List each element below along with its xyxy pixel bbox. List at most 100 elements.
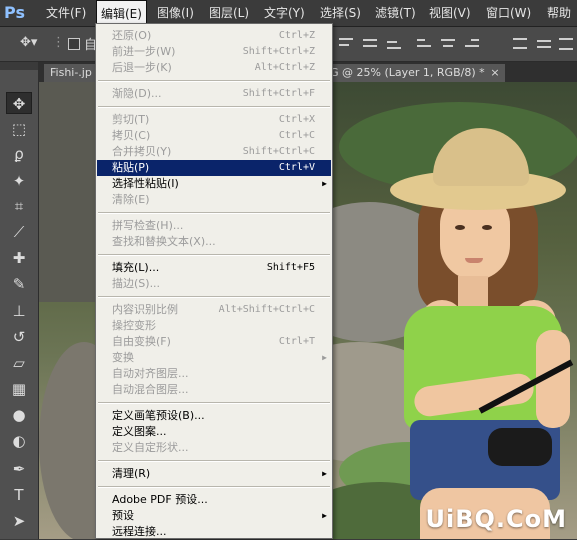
menu-item-label: 定义图案... xyxy=(112,425,167,438)
auto-select-checkbox[interactable] xyxy=(68,38,80,50)
menu-item-label: Adobe PDF 预设... xyxy=(112,493,208,506)
menu-item-label: 后退一步(K) xyxy=(112,61,172,74)
menu-item-label: 变换 xyxy=(112,351,134,364)
brush-icon[interactable]: ✎ xyxy=(6,273,32,295)
crop-icon[interactable]: ⌗ xyxy=(6,195,32,217)
menu-filter[interactable]: 滤镜(T) xyxy=(375,0,416,26)
menu-view[interactable]: 视图(V) xyxy=(429,0,471,26)
menu-item-shortcut: Shift+Ctrl+Z xyxy=(242,46,315,57)
blur-icon[interactable]: ● xyxy=(6,404,32,426)
menu-item-shortcut: Shift+Ctrl+F xyxy=(242,88,315,99)
edit-menu-item-4[interactable]: 渐隐(D)... Shift+Ctrl+F xyxy=(97,86,331,102)
menu-separator xyxy=(98,486,330,488)
edit-menu-item-7[interactable]: 合并拷贝(Y) Shift+Ctrl+C xyxy=(97,144,331,160)
menu-item-shortcut: Alt+Ctrl+Z xyxy=(254,62,315,73)
close-tab-icon[interactable]: × xyxy=(490,64,499,82)
edit-menu-item-10[interactable]: 清除(E) xyxy=(97,192,331,208)
move-tool-preset-icon[interactable]: ✥▾ xyxy=(20,35,37,50)
edit-menu-item-19[interactable]: 自动对齐图层... xyxy=(97,366,331,382)
menu-item-label: 清理(R) xyxy=(112,467,151,480)
edit-menu-item-5[interactable]: 剪切(T) Ctrl+X xyxy=(97,112,331,128)
edit-menu-item-17[interactable]: 自由变换(F) Ctrl+T xyxy=(97,334,331,350)
menu-item-label: 清除(E) xyxy=(112,193,150,206)
align-right-icon[interactable] xyxy=(464,35,480,51)
type-icon[interactable]: T xyxy=(6,484,32,506)
distribute-bottom-icon[interactable] xyxy=(558,35,574,51)
menu-item-label: 粘贴(P) xyxy=(112,161,150,174)
edit-menu-item-24[interactable]: 清理(R) ▶ xyxy=(97,466,331,482)
tab-fishing-jpg[interactable]: Fishi-.jp xyxy=(44,64,98,82)
menu-help[interactable]: 帮助 xyxy=(547,0,571,26)
edit-menu-item-11[interactable]: 拼写检查(H)... xyxy=(97,218,331,234)
healing-brush-icon[interactable]: ✚ xyxy=(6,247,32,269)
edit-menu-item-13[interactable]: 填充(L)... Shift+F5 xyxy=(97,260,331,276)
history-brush-icon[interactable]: ↺ xyxy=(6,326,32,348)
menu-item-label: 剪切(T) xyxy=(112,113,150,126)
edit-menu-item-14[interactable]: 描边(S)... xyxy=(97,276,331,292)
menu-item-shortcut: Shift+Ctrl+C xyxy=(242,146,315,157)
eyedropper-icon[interactable]: ⟋ xyxy=(6,221,32,243)
tab-layer1[interactable]: G @ 25% (Layer 1, RGB/8) * × xyxy=(324,64,505,82)
path-selection-icon[interactable]: ➤ xyxy=(6,510,32,532)
edit-menu-item-27[interactable]: 远程连接... xyxy=(97,524,331,540)
menu-item-label: 远程连接... xyxy=(112,525,167,538)
edit-menu-item-25[interactable]: Adobe PDF 预设... xyxy=(97,492,331,508)
menu-item-label: 描边(S)... xyxy=(112,277,161,290)
edit-menu-item-2[interactable]: 前进一步(W) Shift+Ctrl+Z xyxy=(97,44,331,60)
edit-menu-item-18[interactable]: 变换 ▶ xyxy=(97,350,331,366)
edit-menu-item-1[interactable]: 还原(O) Ctrl+Z xyxy=(97,28,331,44)
dodge-icon[interactable]: ◐ xyxy=(6,430,32,452)
menu-window[interactable]: 窗口(W) xyxy=(486,0,531,26)
edit-menu-item-20[interactable]: 自动混合图层... xyxy=(97,382,331,398)
foliage-shape xyxy=(339,102,577,192)
edit-menu-item-23[interactable]: 定义自定形状... xyxy=(97,440,331,456)
align-bottom-icon[interactable] xyxy=(386,35,402,51)
edit-menu-item-16[interactable]: 操控变形 xyxy=(97,318,331,334)
edit-menu-item-6[interactable]: 拷贝(C) Ctrl+C xyxy=(97,128,331,144)
magic-wand-icon[interactable]: ✦ xyxy=(6,170,32,192)
divider-icon: ⋮ xyxy=(52,35,65,50)
edit-menu-dropdown: 还原(O) Ctrl+Z 前进一步(W) Shift+Ctrl+Z 后退一步(K) Alt… xyxy=(95,23,333,539)
menu-item-label: 填充(L)... xyxy=(112,261,160,274)
edit-menu-item-8[interactable]: 粘贴(P) Ctrl+V xyxy=(97,160,331,176)
tools-panel-header[interactable] xyxy=(0,62,38,70)
align-top-icon[interactable] xyxy=(338,35,354,51)
align-hcenter-icon[interactable] xyxy=(440,35,456,51)
pen-icon[interactable]: ✒ xyxy=(6,458,32,480)
edit-menu-item-22[interactable]: 定义图案... xyxy=(97,424,331,440)
distribute-vcenter-icon[interactable] xyxy=(536,35,552,51)
edit-menu-item-3[interactable]: 后退一步(K) Alt+Ctrl+Z xyxy=(97,60,331,76)
edit-menu-item-15[interactable]: 内容识别比例 Alt+Shift+Ctrl+C xyxy=(97,302,331,318)
menu-separator xyxy=(98,460,330,462)
edit-menu-item-9[interactable]: 选择性粘贴(I) ▶ xyxy=(97,176,331,192)
menu-file[interactable]: 文件(F) xyxy=(46,0,86,26)
lasso-icon[interactable]: ϼ xyxy=(6,143,32,165)
distribute-top-icon[interactable] xyxy=(512,35,528,51)
menu-item-label: 渐隐(D)... xyxy=(112,87,162,100)
menu-item-label: 预设 xyxy=(112,509,134,522)
align-left-icon[interactable] xyxy=(416,35,432,51)
menu-separator xyxy=(98,254,330,256)
clone-stamp-icon[interactable]: ⊥ xyxy=(6,300,32,322)
menu-separator xyxy=(98,296,330,298)
edit-menu-item-21[interactable]: 定义画笔预设(B)... xyxy=(97,408,331,424)
move-icon[interactable]: ✥ xyxy=(6,92,32,114)
menu-item-shortcut: Alt+Shift+Ctrl+C xyxy=(218,304,315,315)
submenu-arrow-icon: ▶ xyxy=(322,469,327,478)
menu-item-label: 内容识别比例 xyxy=(112,303,178,316)
edit-menu-item-26[interactable]: 预设 ▶ xyxy=(97,508,331,524)
menu-item-shortcut: Ctrl+C xyxy=(278,130,315,141)
menu-item-shortcut: Ctrl+V xyxy=(278,162,315,173)
menu-separator xyxy=(98,212,330,214)
edit-menu-item-12[interactable]: 查找和替换文本(X)... xyxy=(97,234,331,250)
menu-item-shortcut: Ctrl+T xyxy=(278,336,315,347)
align-vcenter-icon[interactable] xyxy=(362,35,378,51)
tab-layer1-label: G @ 25% (Layer 1, RGB/8) * xyxy=(330,66,485,79)
marquee-icon[interactable]: ⬚ xyxy=(6,118,32,140)
eraser-icon[interactable]: ▱ xyxy=(6,352,32,374)
gradient-icon[interactable]: ▦ xyxy=(6,378,32,400)
menu-item-label: 自由变换(F) xyxy=(112,335,171,348)
menu-item-shortcut: Ctrl+X xyxy=(278,114,315,125)
menu-item-label: 前进一步(W) xyxy=(112,45,176,58)
submenu-arrow-icon: ▶ xyxy=(322,511,327,520)
